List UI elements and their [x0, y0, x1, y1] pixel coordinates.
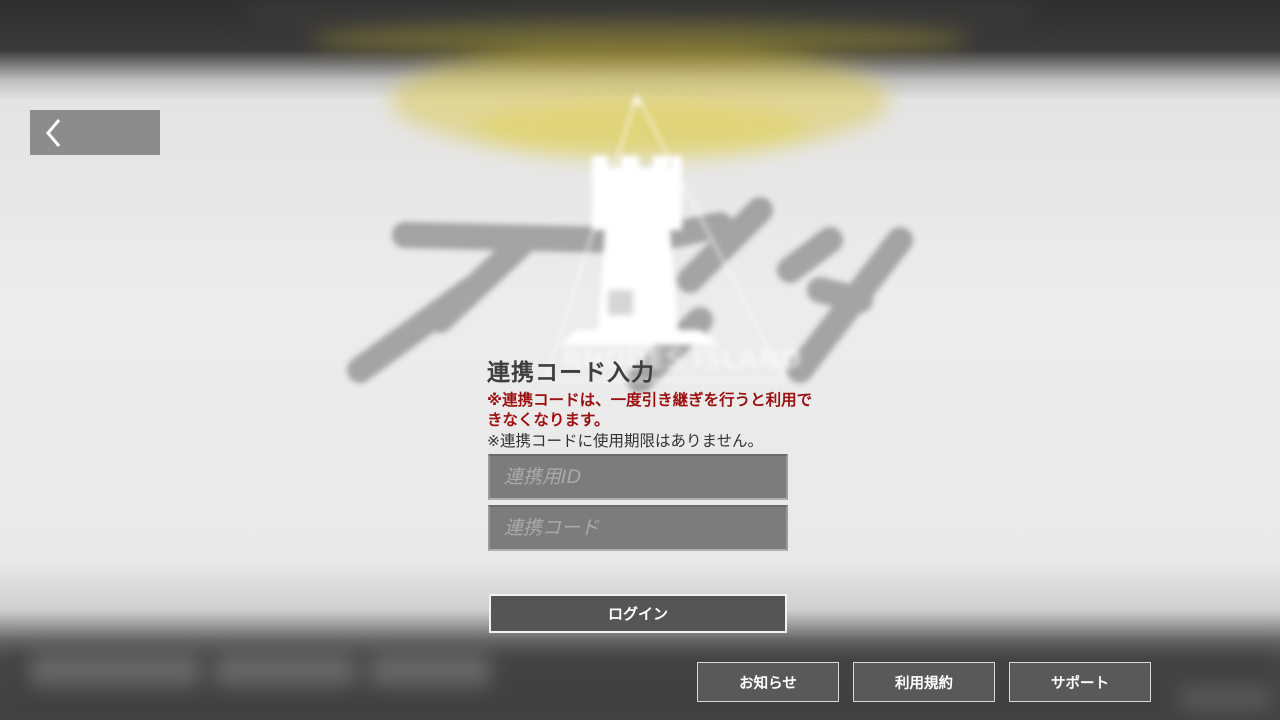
login-screen: RHODES ISLAND 連携コード入力 ※連携コードは、一度引き継ぎを行うと… [0, 0, 1280, 720]
support-button[interactable]: サポート [1009, 662, 1151, 702]
link-id-input[interactable] [490, 456, 786, 498]
chevron-left-icon [46, 118, 61, 147]
link-code-input[interactable] [490, 507, 786, 549]
link-id-field-wrapper [488, 454, 788, 500]
warning-line-1: ※連携コードは、一度引き継ぎを行うと利用で [487, 391, 813, 409]
back-button[interactable] [30, 110, 160, 155]
terms-button[interactable]: 利用規約 [853, 662, 995, 702]
page-title: 連携コード入力 [487, 360, 655, 386]
info-message: ※連携コードに使用期限はありません。 [487, 432, 764, 450]
link-code-field-wrapper [488, 505, 788, 551]
login-button[interactable]: ログイン [489, 594, 787, 633]
warning-line-2: きなくなります。 [487, 411, 610, 429]
warning-message: ※連携コードは、一度引き継ぎを行うと利用で きなくなります。 [487, 390, 847, 430]
news-button[interactable]: お知らせ [697, 662, 839, 702]
link-code-panel: 連携コード入力 ※連携コードは、一度引き継ぎを行うと利用で きなくなります。 ※… [487, 356, 857, 452]
